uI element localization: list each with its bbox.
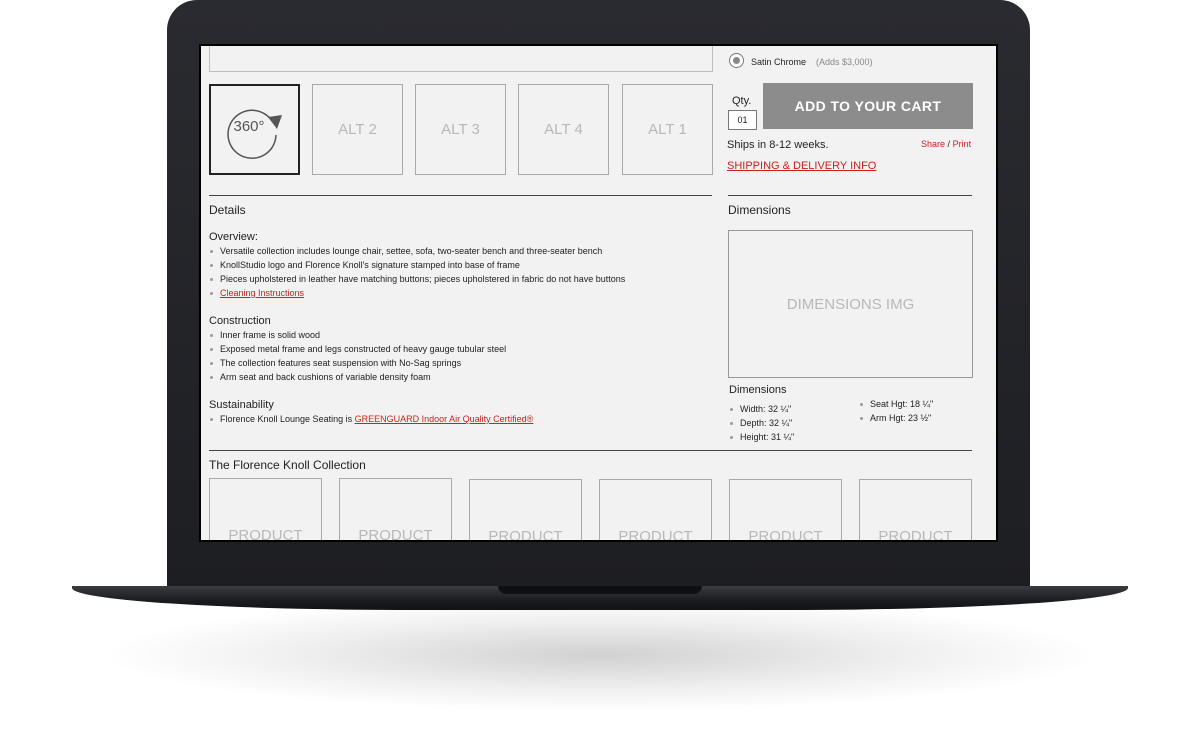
overview-heading: Overview:	[209, 231, 258, 243]
product-label: PRODUCT	[228, 527, 303, 540]
thumb-label: ALT 2	[338, 121, 377, 138]
shipping-delivery-link[interactable]: SHIPPING & DELIVERY INFO	[727, 160, 876, 172]
thumb-label: ALT 1	[648, 121, 687, 138]
sustainability-heading: Sustainability	[209, 399, 274, 411]
ships-text: Ships in 8-12 weeks.	[727, 139, 829, 151]
sustainability-text: Florence Knoll Lounge Seating is	[220, 414, 355, 424]
dimensions-divider	[728, 195, 972, 196]
greenguard-link[interactable]: GREENGUARD Indoor Air Quality Certified®	[355, 414, 534, 424]
product-page: 360° ALT 2 ALT 3 ALT 4 ALT 1 Satin Chrom…	[201, 46, 996, 540]
share-print-links: Share / Print	[921, 139, 971, 149]
overview-list: Versatile collection includes lounge cha…	[209, 244, 625, 300]
list-item: Arm Hgt: 23 ½"	[859, 411, 933, 425]
construction-heading: Construction	[209, 315, 271, 327]
product-label: PRODUCT	[358, 527, 433, 540]
construction-list: Inner frame is solid wood Exposed metal …	[209, 328, 506, 384]
list-item: Pieces upholstered in leather have match…	[209, 272, 625, 286]
share-separator: /	[947, 139, 951, 149]
list-item: Height: 31 ¼"	[729, 430, 794, 444]
product-card[interactable]: PRODUCT	[729, 479, 842, 540]
thumb-360-view[interactable]: 360°	[209, 84, 300, 175]
dimensions-list-left: Width: 32 ¼" Depth: 32 ¼" Height: 31 ¼"	[729, 402, 794, 444]
product-card[interactable]: PRODUCT	[599, 479, 712, 540]
thumb-label: ALT 3	[441, 121, 480, 138]
thumb-label: ALT 4	[544, 121, 583, 138]
main-image-frame	[209, 46, 713, 72]
product-card[interactable]: PRODUCT	[339, 478, 452, 540]
thumb-alt-1[interactable]: ALT 1	[622, 84, 713, 175]
finish-price-note: (Adds $3,000)	[816, 57, 873, 67]
laptop-screen: 360° ALT 2 ALT 3 ALT 4 ALT 1 Satin Chrom…	[199, 44, 998, 542]
dimensions-image-label: DIMENSIONS IMG	[786, 295, 915, 313]
list-item: Cleaning Instructions	[209, 286, 625, 300]
add-to-cart-button[interactable]: ADD TO YOUR CART	[763, 83, 973, 129]
list-item: Florence Knoll Lounge Seating is GREENGU…	[209, 412, 533, 426]
list-item: Width: 32 ¼"	[729, 402, 794, 416]
list-item: Seat Hgt: 18 ¼"	[859, 397, 933, 411]
list-item: The collection features seat suspension …	[209, 356, 506, 370]
collection-divider	[209, 450, 972, 451]
spin-label: 360°	[233, 117, 265, 135]
details-divider	[209, 195, 712, 196]
product-label: PRODUCT	[488, 528, 563, 540]
list-item: Depth: 32 ¼"	[729, 416, 794, 430]
qty-label: Qty.	[732, 95, 752, 107]
cleaning-instructions-link[interactable]: Cleaning Instructions	[220, 288, 304, 298]
finish-radio[interactable]	[729, 53, 744, 68]
list-item: Versatile collection includes lounge cha…	[209, 244, 625, 258]
list-item: KnollStudio logo and Florence Knoll's si…	[209, 258, 625, 272]
dimensions-subheading: Dimensions	[729, 384, 787, 396]
collection-heading: The Florence Knoll Collection	[209, 458, 366, 472]
share-link[interactable]: Share	[921, 139, 945, 149]
laptop-notch	[498, 586, 702, 594]
product-card[interactable]: PRODUCT	[859, 479, 972, 540]
product-label: PRODUCT	[618, 528, 693, 540]
list-item: Arm seat and back cushions of variable d…	[209, 370, 506, 384]
thumb-alt-2[interactable]: ALT 2	[312, 84, 403, 175]
product-card[interactable]: PRODUCT	[469, 479, 582, 540]
product-label: PRODUCT	[878, 528, 953, 540]
list-item: Inner frame is solid wood	[209, 328, 506, 342]
thumb-alt-4[interactable]: ALT 4	[518, 84, 609, 175]
list-item: Exposed metal frame and legs constructed…	[209, 342, 506, 356]
finish-label: Satin Chrome	[751, 57, 807, 67]
thumb-alt-3[interactable]: ALT 3	[415, 84, 506, 175]
details-heading: Details	[209, 203, 246, 217]
dimensions-heading: Dimensions	[728, 203, 791, 217]
qty-input[interactable]: 01	[728, 110, 757, 130]
product-label: PRODUCT	[748, 528, 823, 540]
sustainability-list: Florence Knoll Lounge Seating is GREENGU…	[209, 412, 533, 426]
laptop-shadow	[110, 600, 1090, 710]
dimensions-image: DIMENSIONS IMG	[728, 230, 973, 378]
dimensions-list-right: Seat Hgt: 18 ¼" Arm Hgt: 23 ½"	[859, 397, 933, 425]
print-link[interactable]: Print	[953, 139, 972, 149]
product-card[interactable]: PRODUCT	[209, 478, 322, 540]
